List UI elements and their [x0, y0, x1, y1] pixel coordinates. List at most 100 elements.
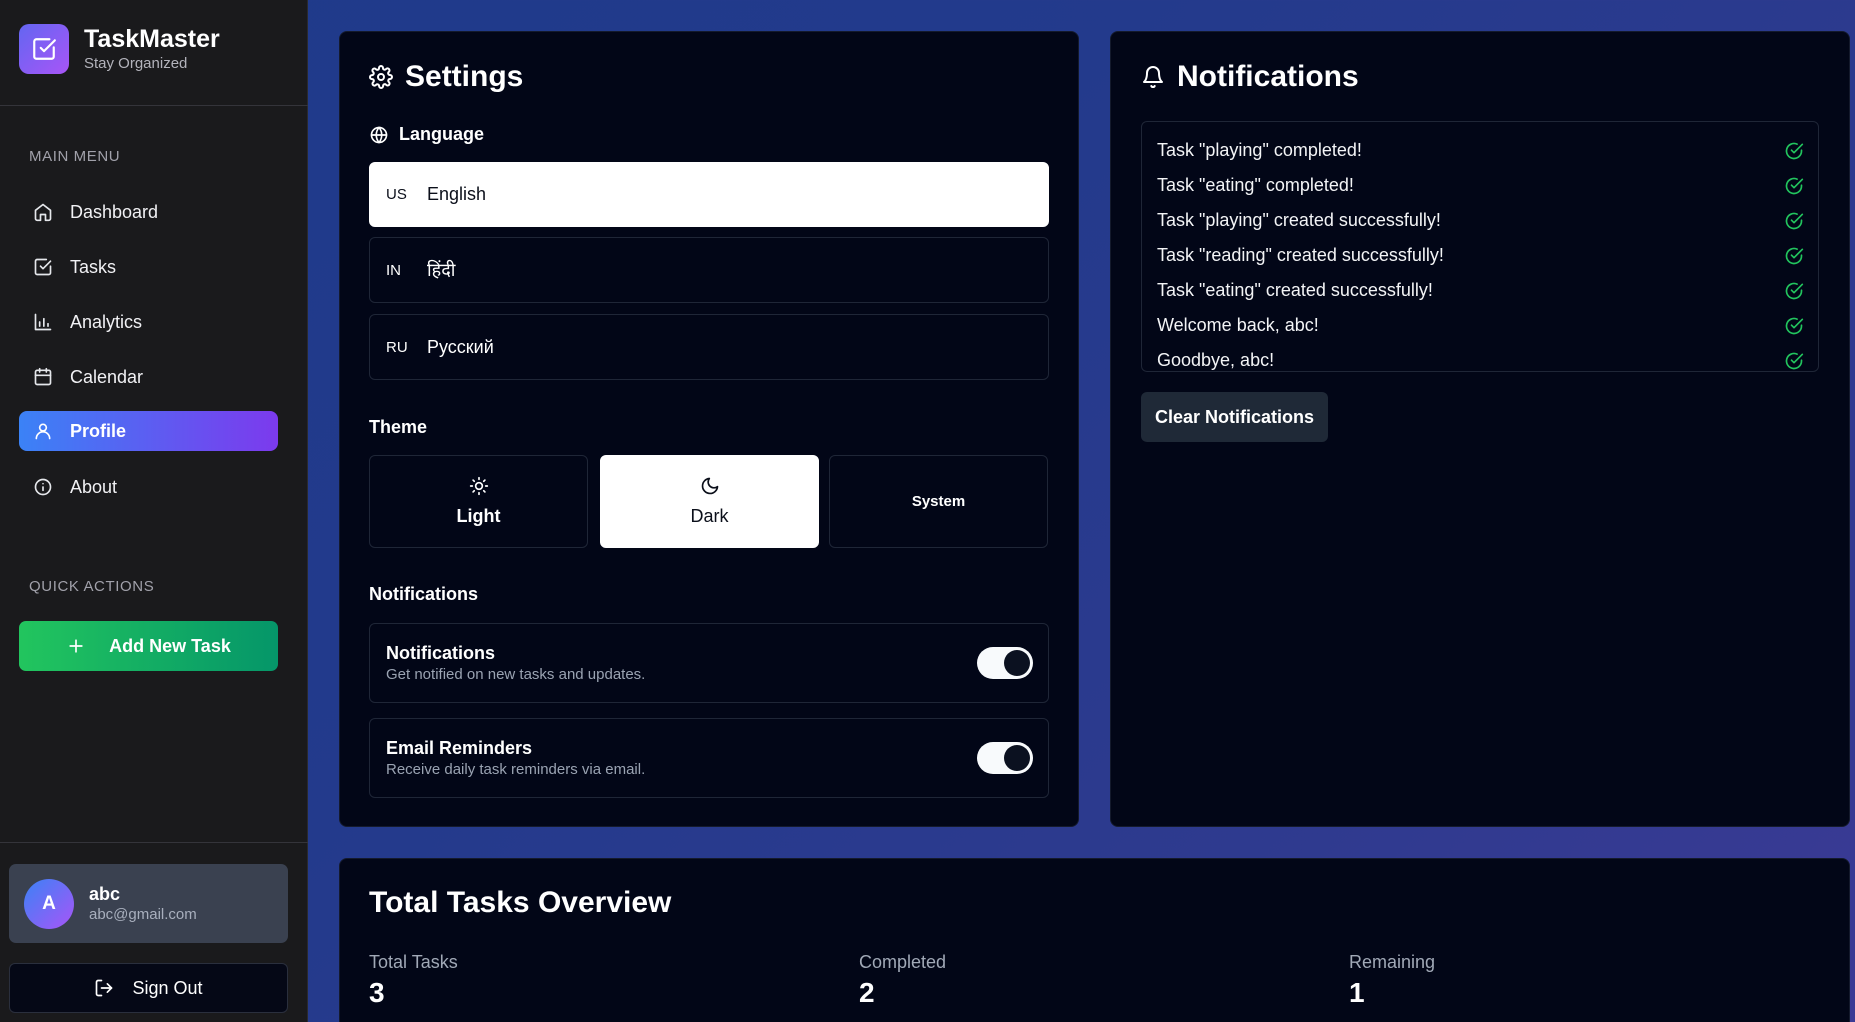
overview-title: Total Tasks Overview	[369, 886, 672, 919]
add-task-label: Add New Task	[109, 635, 231, 656]
avatar: A	[24, 878, 74, 929]
sidebar-item-label: Profile	[70, 420, 127, 441]
user-name: abc	[89, 883, 121, 904]
email-reminders-toggle-row: Email Reminders Receive daily task remin…	[369, 718, 1049, 798]
check-circle-icon	[1784, 176, 1804, 196]
calendar-icon	[33, 367, 53, 387]
theme-option-dark[interactable]: Dark	[600, 455, 819, 548]
check-circle-icon	[1784, 316, 1804, 336]
settings-title: Settings	[369, 60, 523, 94]
notification-item: Task "eating" completed!	[1142, 168, 1818, 203]
add-new-task-button[interactable]: Add New Task	[19, 621, 278, 671]
checkbox-icon	[33, 257, 53, 277]
check-circle-icon	[1784, 141, 1804, 161]
notification-text: Task "eating" created successfully!	[1157, 280, 1433, 300]
check-circle-icon	[1784, 351, 1804, 371]
language-label-text: Language	[399, 124, 485, 144]
sidebar-item-about[interactable]: About	[19, 467, 278, 507]
notification-item: Welcome back, abc!	[1142, 308, 1818, 343]
sidebar-item-profile[interactable]: Profile	[19, 411, 278, 451]
user-icon	[33, 421, 53, 441]
notifications-toggle[interactable]	[977, 647, 1033, 679]
toggle-description: Get notified on new tasks and updates.	[386, 666, 646, 683]
notifications-toggle-row: Notifications Get notified on new tasks …	[369, 623, 1049, 703]
stat-label: Remaining	[1349, 952, 1436, 972]
user-card[interactable]: A abc abc@gmail.com	[9, 864, 288, 943]
moon-icon	[700, 476, 720, 496]
toggle-title: Email Reminders	[386, 738, 533, 758]
notification-text: Task "playing" created successfully!	[1157, 210, 1441, 230]
stat-value: 2	[859, 977, 875, 1008]
sidebar-item-label: About	[70, 476, 118, 497]
bell-icon	[1141, 65, 1165, 89]
notification-text: Task "playing" completed!	[1157, 140, 1362, 160]
bar-chart-icon	[33, 312, 53, 332]
sidebar-item-label: Calendar	[70, 366, 144, 387]
brand[interactable]: TaskMaster Stay Organized	[19, 24, 220, 74]
sun-icon	[469, 476, 489, 496]
language-option-russian[interactable]: RU Русский	[369, 314, 1049, 380]
stat-total-tasks: Total Tasks 3	[369, 951, 458, 1013]
notification-item: Task "playing" created successfully!	[1142, 203, 1818, 238]
stat-label: Total Tasks	[369, 952, 458, 972]
toggle-knob	[1004, 650, 1030, 676]
check-circle-icon	[1784, 246, 1804, 266]
language-name: English	[427, 184, 487, 204]
notifications-title: Notifications	[1141, 60, 1359, 94]
notifications-section-label: Notifications	[369, 584, 479, 604]
email-reminders-toggle[interactable]	[977, 742, 1033, 774]
sidebar-item-calendar[interactable]: Calendar	[19, 357, 278, 397]
notifications-list[interactable]: Task "playing" completed! Task "eating" …	[1141, 121, 1819, 372]
language-option-english[interactable]: US English	[369, 162, 1049, 227]
notification-text: Welcome back, abc!	[1157, 315, 1319, 335]
stat-value: 3	[369, 977, 385, 1008]
theme-label-text: System	[911, 493, 966, 510]
theme-label: Theme	[369, 417, 428, 437]
language-option-hindi[interactable]: IN हिंदी	[369, 237, 1049, 303]
language-label: Language	[369, 124, 484, 145]
sign-out-button[interactable]: Sign Out	[9, 963, 288, 1013]
notification-item: Task "reading" created successfully!	[1142, 238, 1818, 273]
divider	[0, 842, 308, 843]
quick-actions-title: QUICK ACTIONS	[29, 578, 155, 595]
brand-tagline: Stay Organized	[84, 55, 188, 72]
sidebar-item-dashboard[interactable]: Dashboard	[19, 192, 278, 232]
sign-out-label: Sign Out	[132, 977, 203, 998]
stat-remaining: Remaining 1	[1349, 951, 1435, 1013]
settings-panel	[339, 31, 1079, 827]
info-icon	[33, 477, 53, 497]
settings-title-text: Settings	[405, 60, 524, 93]
home-icon	[33, 202, 53, 222]
toggle-title: Notifications	[386, 643, 496, 663]
toggle-knob	[1004, 745, 1030, 771]
clear-notifications-button[interactable]: Clear Notifications	[1141, 392, 1328, 442]
notifications-title-text: Notifications	[1177, 60, 1359, 93]
language-name: Русский	[427, 336, 494, 357]
notification-text: Goodbye, abc!	[1157, 350, 1275, 370]
language-code: IN	[386, 261, 401, 279]
notification-text: Task "eating" completed!	[1157, 175, 1354, 195]
sidebar-item-label: Tasks	[70, 256, 117, 277]
theme-label-text: Dark	[690, 506, 729, 526]
toggle-description: Receive daily task reminders via email.	[386, 761, 646, 778]
main-menu-title: MAIN MENU	[29, 148, 121, 165]
notification-item: Task "playing" completed!	[1142, 133, 1818, 168]
sidebar: TaskMaster Stay Organized MAIN MENU Dash…	[0, 0, 308, 1022]
divider	[0, 105, 308, 106]
theme-option-system[interactable]: System	[829, 455, 1048, 548]
plus-icon	[66, 636, 86, 656]
sidebar-item-label: Dashboard	[70, 201, 159, 222]
sidebar-item-tasks[interactable]: Tasks	[19, 247, 278, 287]
language-code: US	[386, 186, 407, 203]
sidebar-item-label: Analytics	[70, 311, 143, 332]
theme-label-text: Light	[456, 506, 501, 526]
sidebar-item-analytics[interactable]: Analytics	[19, 302, 278, 342]
globe-icon	[369, 125, 389, 145]
notification-item: Task "eating" created successfully!	[1142, 273, 1818, 308]
stat-completed: Completed 2	[859, 951, 946, 1013]
logout-icon	[94, 978, 114, 998]
theme-option-light[interactable]: Light	[369, 455, 588, 548]
notification-text: Task "reading" created successfully!	[1157, 245, 1444, 265]
language-name: हिंदी	[427, 260, 456, 280]
notification-item: Goodbye, abc!	[1142, 343, 1818, 371]
